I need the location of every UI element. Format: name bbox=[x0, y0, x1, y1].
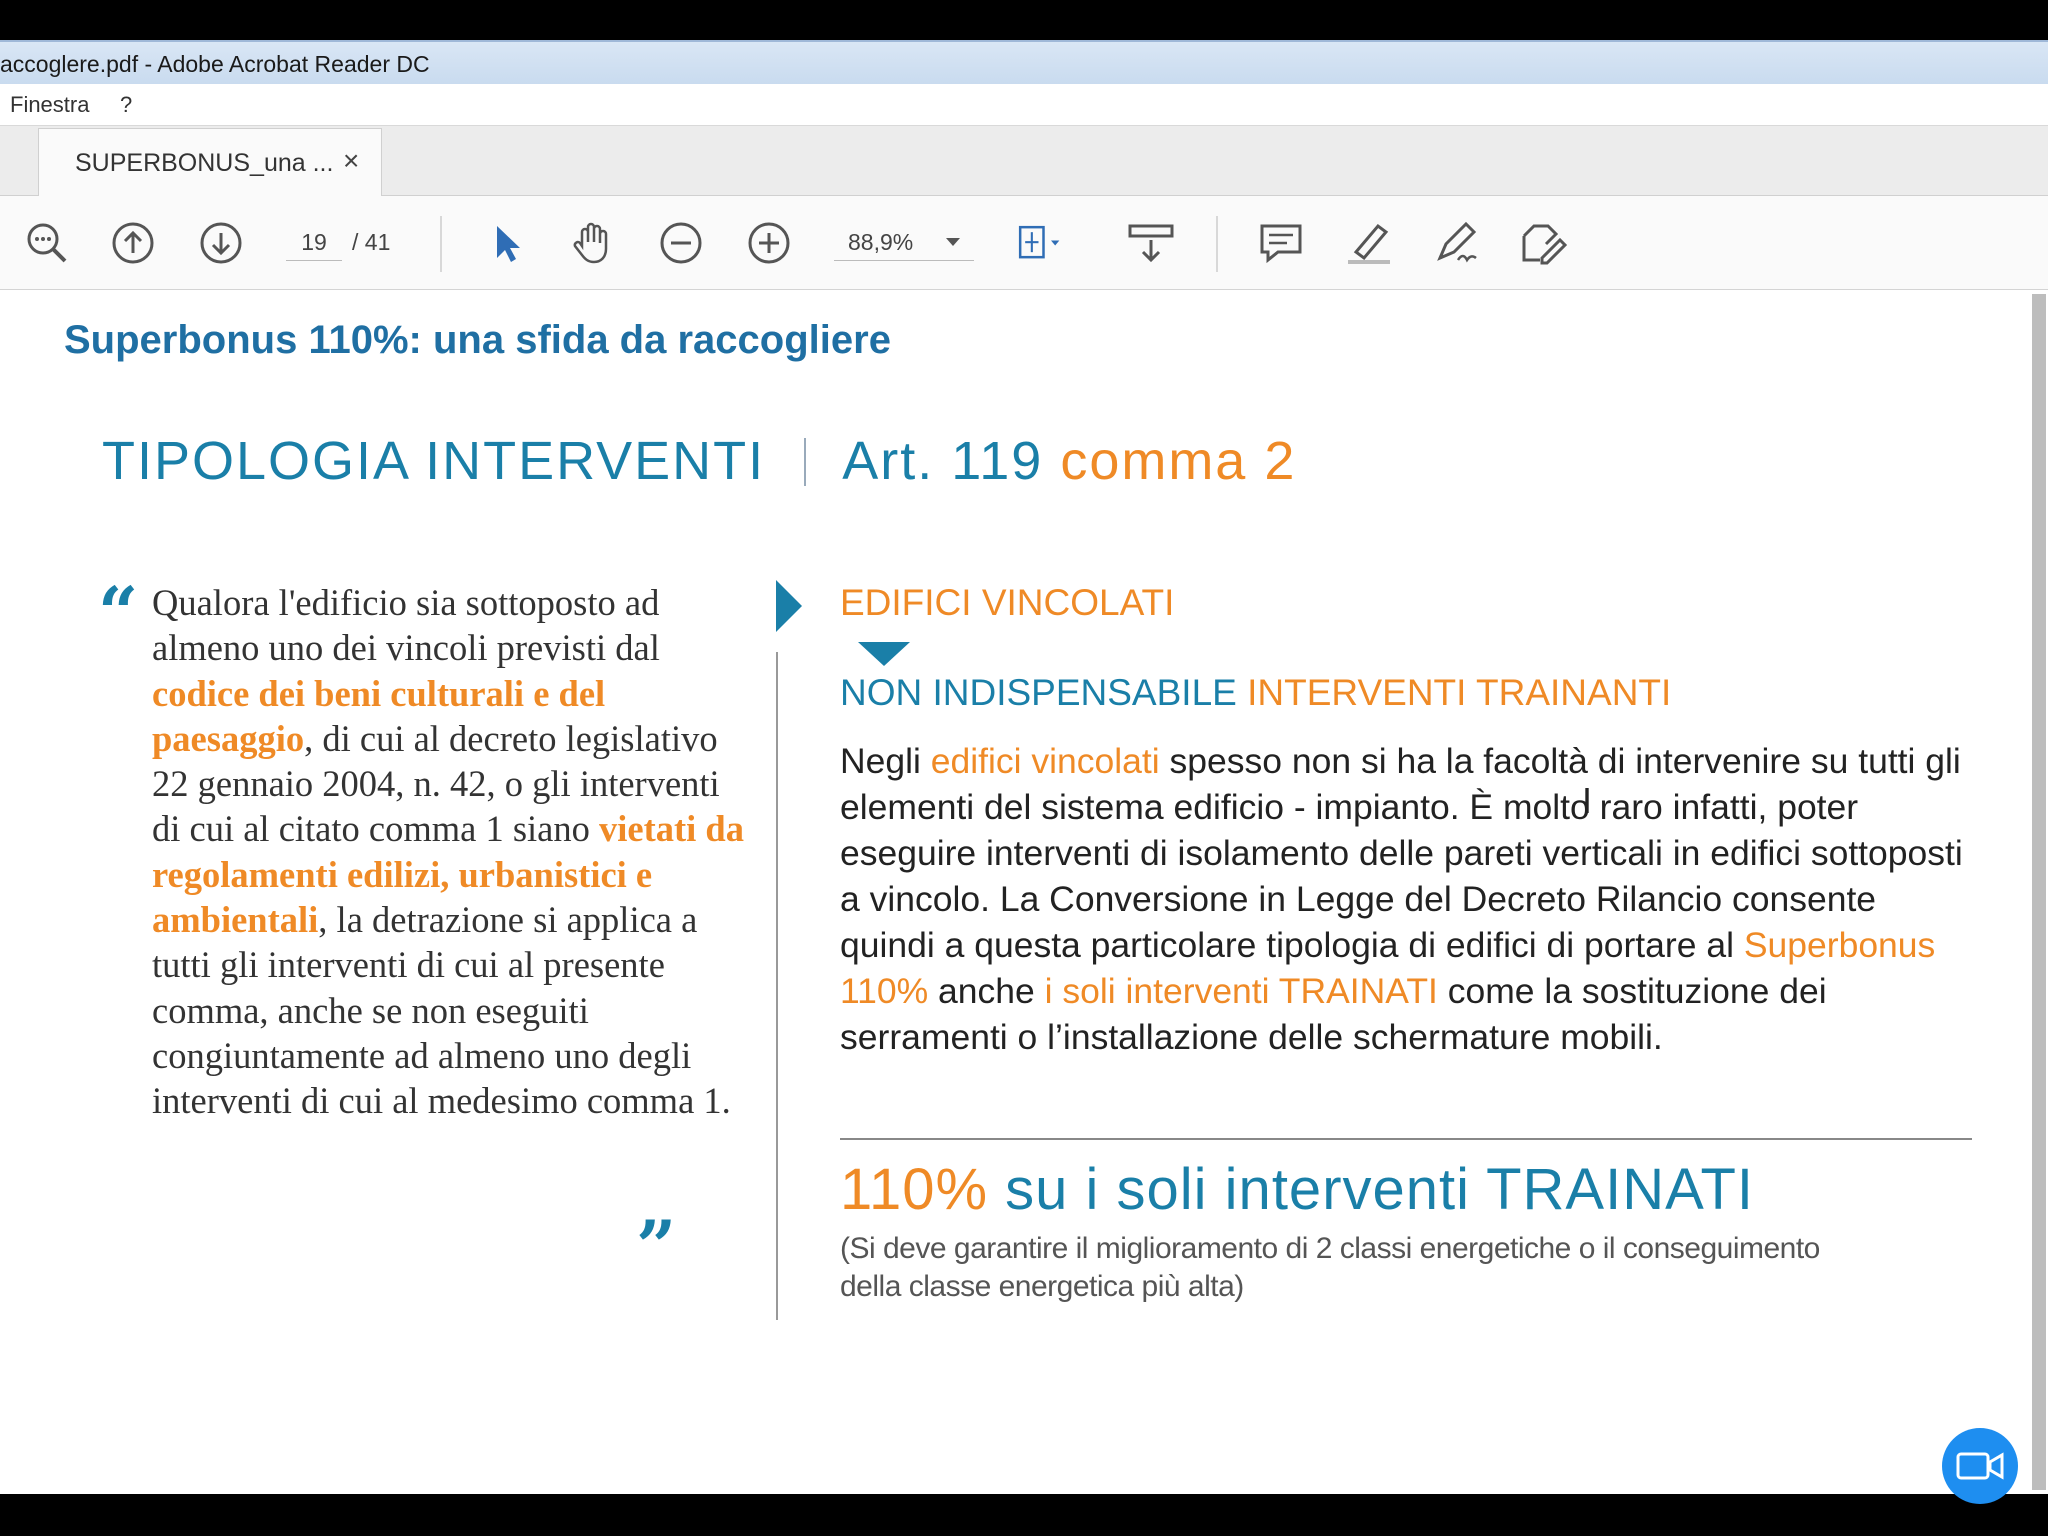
document-tab-label: SUPERBONUS_una ... bbox=[75, 149, 334, 177]
big-statement-percent: 110% bbox=[840, 1157, 989, 1222]
comment-icon[interactable] bbox=[1256, 218, 1306, 268]
law-quote: Qualora l'edificio sia sottoposto ad alm… bbox=[152, 580, 752, 1124]
zoom-in-icon[interactable] bbox=[744, 218, 794, 268]
edifici-vincolati-label: EDIFICI VINCOLATI bbox=[840, 582, 1175, 623]
footnote: (Si deve garantire il miglioramento di 2… bbox=[840, 1232, 1820, 1303]
heading-comma: comma 2 bbox=[1060, 431, 1297, 491]
quote-text-1: Qualora l'edificio sia sottoposto ad alm… bbox=[152, 582, 660, 669]
video-camera-icon bbox=[1956, 1452, 2004, 1480]
menu-help[interactable]: ? bbox=[120, 92, 132, 118]
big-statement-text: su i soli interventi TRAINATI bbox=[988, 1157, 1755, 1222]
open-quote-icon: “ bbox=[98, 571, 139, 654]
menu-finestra[interactable]: Finestra bbox=[10, 92, 89, 118]
document-page: Superbonus 110%: una sfida da raccoglier… bbox=[0, 290, 2030, 1494]
toolbar-separator bbox=[1216, 216, 1218, 272]
text-cursor-icon: I bbox=[1582, 780, 1593, 821]
fit-page-icon[interactable] bbox=[1016, 218, 1066, 268]
non-indispensabile-text: NON INDISPENSABILE bbox=[840, 672, 1237, 713]
document-tab[interactable]: SUPERBONUS_una ... × bbox=[38, 128, 382, 196]
highlight-icon[interactable] bbox=[1344, 218, 1394, 268]
page-number-input[interactable]: 19 bbox=[286, 224, 342, 261]
document-title: Superbonus 110%: una sfida da raccoglier… bbox=[64, 318, 891, 362]
arrow-down-icon bbox=[858, 642, 910, 666]
big-statement: 110% su i soli interventi TRAINATI bbox=[840, 1156, 1754, 1223]
page-down-icon[interactable] bbox=[196, 218, 246, 268]
menu-bar: Finestra ? bbox=[0, 84, 2048, 126]
edit-tools-icon[interactable] bbox=[1518, 218, 1568, 268]
interventi-trainanti-text: INTERVENTI TRAINANTI bbox=[1247, 672, 1672, 713]
zoom-out-icon[interactable] bbox=[656, 218, 706, 268]
para-text-1: Negli bbox=[840, 741, 931, 781]
screen-bottom-border bbox=[0, 1494, 2048, 1536]
tab-bar: SUPERBONUS_una ... × bbox=[0, 126, 2048, 196]
vertical-scrollbar[interactable] bbox=[2030, 290, 2048, 1494]
scrollbar-thumb[interactable] bbox=[2032, 294, 2046, 1490]
toolbar-separator bbox=[440, 216, 442, 272]
zoom-select[interactable]: 88,9% bbox=[834, 224, 974, 261]
screen-top-border bbox=[0, 0, 2048, 40]
para-highlight-3: i soli interventi TRAINATI bbox=[1044, 971, 1438, 1011]
close-quote-icon: ” bbox=[636, 1205, 677, 1288]
zoom-value: 88,9% bbox=[848, 229, 914, 255]
page-total: / 41 bbox=[352, 229, 391, 255]
read-mode-icon[interactable] bbox=[1126, 218, 1176, 268]
section-heading: TIPOLOGIA INTERVENTI Art. 119 comma 2 bbox=[102, 430, 1296, 492]
toolbar: 19 / 41 88,9% bbox=[0, 196, 2048, 290]
para-text-3: anche bbox=[928, 971, 1045, 1011]
divider-line bbox=[840, 1138, 1972, 1140]
chevron-down-icon[interactable] bbox=[946, 238, 960, 246]
arrow-right-icon bbox=[776, 580, 802, 632]
column-divider bbox=[776, 652, 778, 1320]
heading-article: Art. 119 bbox=[842, 431, 1044, 491]
hand-tool-icon[interactable] bbox=[568, 218, 618, 268]
non-indispensabile-heading: NON INDISPENSABILE INTERVENTI TRAINANTI bbox=[840, 672, 1671, 714]
page-up-icon[interactable] bbox=[108, 218, 158, 268]
heading-tipologia: TIPOLOGIA INTERVENTI bbox=[102, 431, 766, 491]
window-title: accoglere.pdf - Adobe Acrobat Reader DC bbox=[0, 51, 430, 77]
select-arrow-icon[interactable] bbox=[482, 218, 532, 268]
para-highlight-1: edifici vincolati bbox=[930, 741, 1160, 781]
camera-button[interactable] bbox=[1942, 1428, 2018, 1504]
search-zoom-icon[interactable] bbox=[22, 218, 72, 268]
window-titlebar: accoglere.pdf - Adobe Acrobat Reader DC bbox=[0, 40, 2048, 84]
heading-separator bbox=[804, 438, 806, 486]
sign-icon[interactable] bbox=[1432, 218, 1482, 268]
close-tab-icon[interactable]: × bbox=[343, 145, 359, 177]
body-paragraph: Negli edifici vincolati spesso non si ha… bbox=[840, 738, 1980, 1060]
